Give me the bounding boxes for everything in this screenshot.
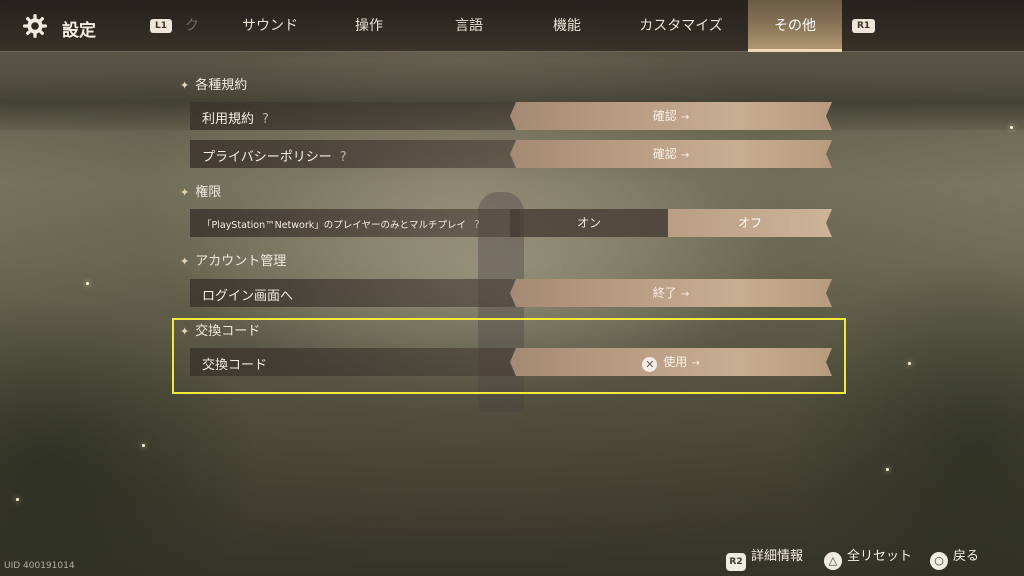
- toggle-on-option[interactable]: オン: [510, 209, 668, 237]
- row-label: 利用規約?: [202, 108, 269, 127]
- back-label: 戻る: [953, 549, 980, 564]
- gear-icon: [23, 14, 47, 38]
- details-hint[interactable]: R2 詳細情報: [726, 545, 803, 571]
- arrow-right-icon: →: [680, 112, 690, 123]
- sparkle: [908, 362, 911, 365]
- button-label: 終了: [652, 286, 677, 300]
- sparkle: [886, 468, 889, 471]
- star-icon: ✦: [180, 186, 190, 199]
- sparkle: [142, 444, 145, 447]
- section-title: 各種規約: [195, 78, 248, 93]
- tab-other[interactable]: その他: [748, 0, 842, 52]
- label-text: プライバシーポリシー: [202, 150, 332, 165]
- help-icon[interactable]: ?: [474, 218, 480, 231]
- row-label: 交換コード: [202, 358, 268, 373]
- tab-customize[interactable]: カスタマイズ: [624, 0, 738, 52]
- page-title: 設定: [62, 21, 96, 41]
- setting-row-terms-of-use: 利用規約? 確認 →: [190, 102, 832, 130]
- setting-row-redeem-code: 交換コード ✕ 使用 →: [190, 348, 832, 376]
- row-label: 「PlayStation™Network」のプレイヤーのみとマルチプレイ?: [202, 217, 480, 231]
- section-header-account: ✦ アカウント管理: [180, 250, 286, 269]
- reset-all-hint[interactable]: △ 全リセット: [824, 545, 912, 570]
- background-shadow-right: [784, 260, 1024, 576]
- tab-features[interactable]: 機能: [528, 0, 606, 52]
- top-navigation-bar: 設定 L1 ク サウンド 操作 言語 機能 カスタマイズ その他 R1: [0, 0, 1024, 52]
- help-icon[interactable]: ?: [340, 150, 347, 165]
- tab-language[interactable]: 言語: [430, 0, 508, 52]
- reset-label: 全リセット: [847, 549, 913, 564]
- tab-previous-partial[interactable]: ク: [180, 0, 204, 52]
- tab-sound[interactable]: サウンド: [226, 0, 314, 52]
- section-title: 権限: [195, 185, 222, 200]
- uid-label: UID 400191014: [4, 561, 75, 571]
- arrow-right-icon: →: [680, 289, 690, 300]
- star-icon: ✦: [180, 79, 190, 92]
- circle-button-icon: ○: [930, 552, 948, 570]
- section-header-redeem-code: ✦ 交換コード: [180, 320, 260, 339]
- sparkle: [1010, 126, 1013, 129]
- sparkle: [86, 282, 89, 285]
- r2-button-icon: R2: [726, 553, 746, 571]
- button-label: 確認: [652, 147, 677, 161]
- section-title: アカウント管理: [195, 254, 287, 269]
- arrow-right-icon: →: [691, 358, 700, 369]
- row-label: プライバシーポリシー?: [202, 146, 347, 165]
- l1-bumper-hint: L1: [150, 19, 172, 33]
- confirm-terms-button[interactable]: 確認 →: [510, 102, 832, 130]
- star-icon: ✦: [180, 325, 190, 338]
- row-label: ログイン画面へ: [202, 289, 294, 304]
- section-title: 交換コード: [195, 324, 261, 339]
- button-label: 確認: [652, 109, 677, 123]
- setting-row-login-screen: ログイン画面へ 終了 →: [190, 279, 832, 307]
- star-icon: ✦: [180, 255, 190, 268]
- toggle-off-option[interactable]: オフ: [668, 209, 832, 237]
- sparkle: [16, 498, 19, 501]
- help-icon[interactable]: ?: [262, 112, 269, 127]
- cross-button-icon: ✕: [642, 357, 657, 372]
- setting-row-psn-multiplayer: 「PlayStation™Network」のプレイヤーのみとマルチプレイ? オン…: [190, 209, 832, 237]
- back-hint[interactable]: ○ 戻る: [930, 545, 979, 570]
- arrow-right-icon: →: [680, 150, 690, 161]
- button-label: 使用: [663, 355, 688, 369]
- confirm-privacy-button[interactable]: 確認 →: [510, 140, 832, 168]
- setting-row-privacy-policy: プライバシーポリシー? 確認 →: [190, 140, 832, 168]
- triangle-button-icon: △: [824, 552, 842, 570]
- r1-bumper-hint: R1: [852, 19, 876, 33]
- label-text: 利用規約: [202, 112, 255, 127]
- section-header-terms: ✦ 各種規約: [180, 74, 247, 93]
- section-header-permissions: ✦ 権限: [180, 181, 221, 200]
- use-redeem-code-button[interactable]: ✕ 使用 →: [510, 348, 832, 376]
- tab-controls[interactable]: 操作: [330, 0, 408, 52]
- logout-button[interactable]: 終了 →: [510, 279, 832, 307]
- label-text: 「PlayStation™Network」のプレイヤーのみとマルチプレイ: [202, 220, 466, 231]
- details-label: 詳細情報: [751, 549, 804, 564]
